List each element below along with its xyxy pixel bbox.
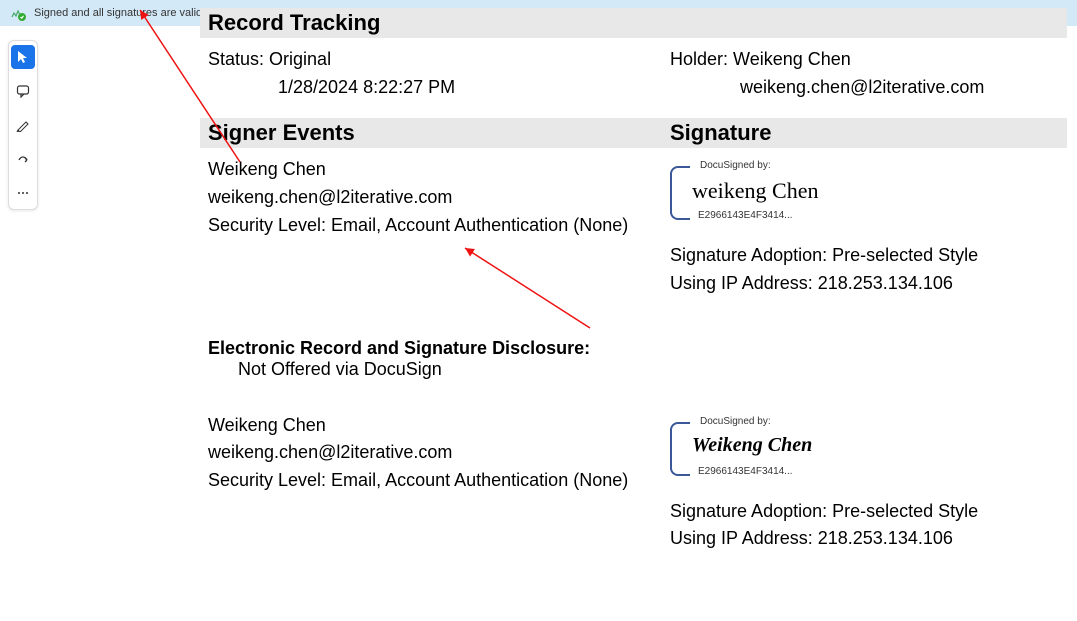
disclosure-title: Electronic Record and Signature Disclosu… xyxy=(208,338,654,359)
signature-id: E2966143E4F3414... xyxy=(698,210,793,221)
holder-name: Weikeng Chen xyxy=(733,49,851,69)
status-value: Original xyxy=(269,49,331,69)
signer-events-header: Signer Events xyxy=(200,118,662,148)
docusigned-by-label: DocuSigned by: xyxy=(698,416,773,427)
signer-security: Security Level: Email, Account Authentic… xyxy=(208,212,654,240)
signature-frame-icon xyxy=(670,166,690,220)
holder-label: Holder: xyxy=(670,49,728,69)
status-label: Status: xyxy=(208,49,264,69)
more-tools[interactable] xyxy=(11,181,35,205)
pen-tool[interactable] xyxy=(11,113,35,137)
eraser-tool[interactable] xyxy=(11,147,35,171)
signature-id: E2966143E4F3414... xyxy=(698,466,793,477)
signature-frame-icon xyxy=(670,422,690,476)
disclosure-subtitle: Not Offered via DocuSign xyxy=(208,359,654,380)
signer-name: Weikeng Chen xyxy=(208,156,654,184)
comment-tool[interactable] xyxy=(11,79,35,103)
signature-adoption: Signature Adoption: Pre-selected Style xyxy=(670,242,1059,270)
signature-script: Weikeng Chen xyxy=(692,434,812,457)
record-tracking-header: Record Tracking xyxy=(200,8,1067,38)
signature-script: weikeng Chen xyxy=(692,178,818,204)
annotation-toolbar xyxy=(8,40,38,210)
signature-ip: Using IP Address: 218.253.134.106 xyxy=(670,270,1059,298)
signer-security: Security Level: Email, Account Authentic… xyxy=(208,467,654,495)
document-viewport: Record Tracking Status: Original 1/28/20… xyxy=(140,26,1077,621)
signature-header: Signature xyxy=(662,118,1067,148)
signer-email: weikeng.chen@l2iterative.com xyxy=(208,439,654,467)
signer-email: weikeng.chen@l2iterative.com xyxy=(208,184,654,212)
holder-email: weikeng.chen@l2iterative.com xyxy=(670,74,1059,102)
record-timestamp: 1/28/2024 8:22:27 PM xyxy=(208,74,654,102)
signature-block: DocuSigned by: Weikeng Chen E2966143E4F3… xyxy=(670,416,840,488)
signature-valid-icon xyxy=(10,5,26,21)
signer-name: Weikeng Chen xyxy=(208,412,654,440)
holder-line: Holder: Weikeng Chen xyxy=(670,46,1059,74)
cursor-tool[interactable] xyxy=(11,45,35,69)
signature-block: DocuSigned by: weikeng Chen E2966143E4F3… xyxy=(670,160,840,232)
signature-ip: Using IP Address: 218.253.134.106 xyxy=(670,525,1059,553)
status-line: Status: Original xyxy=(208,46,654,74)
signature-adoption: Signature Adoption: Pre-selected Style xyxy=(670,498,1059,526)
docusigned-by-label: DocuSigned by: xyxy=(698,160,773,171)
